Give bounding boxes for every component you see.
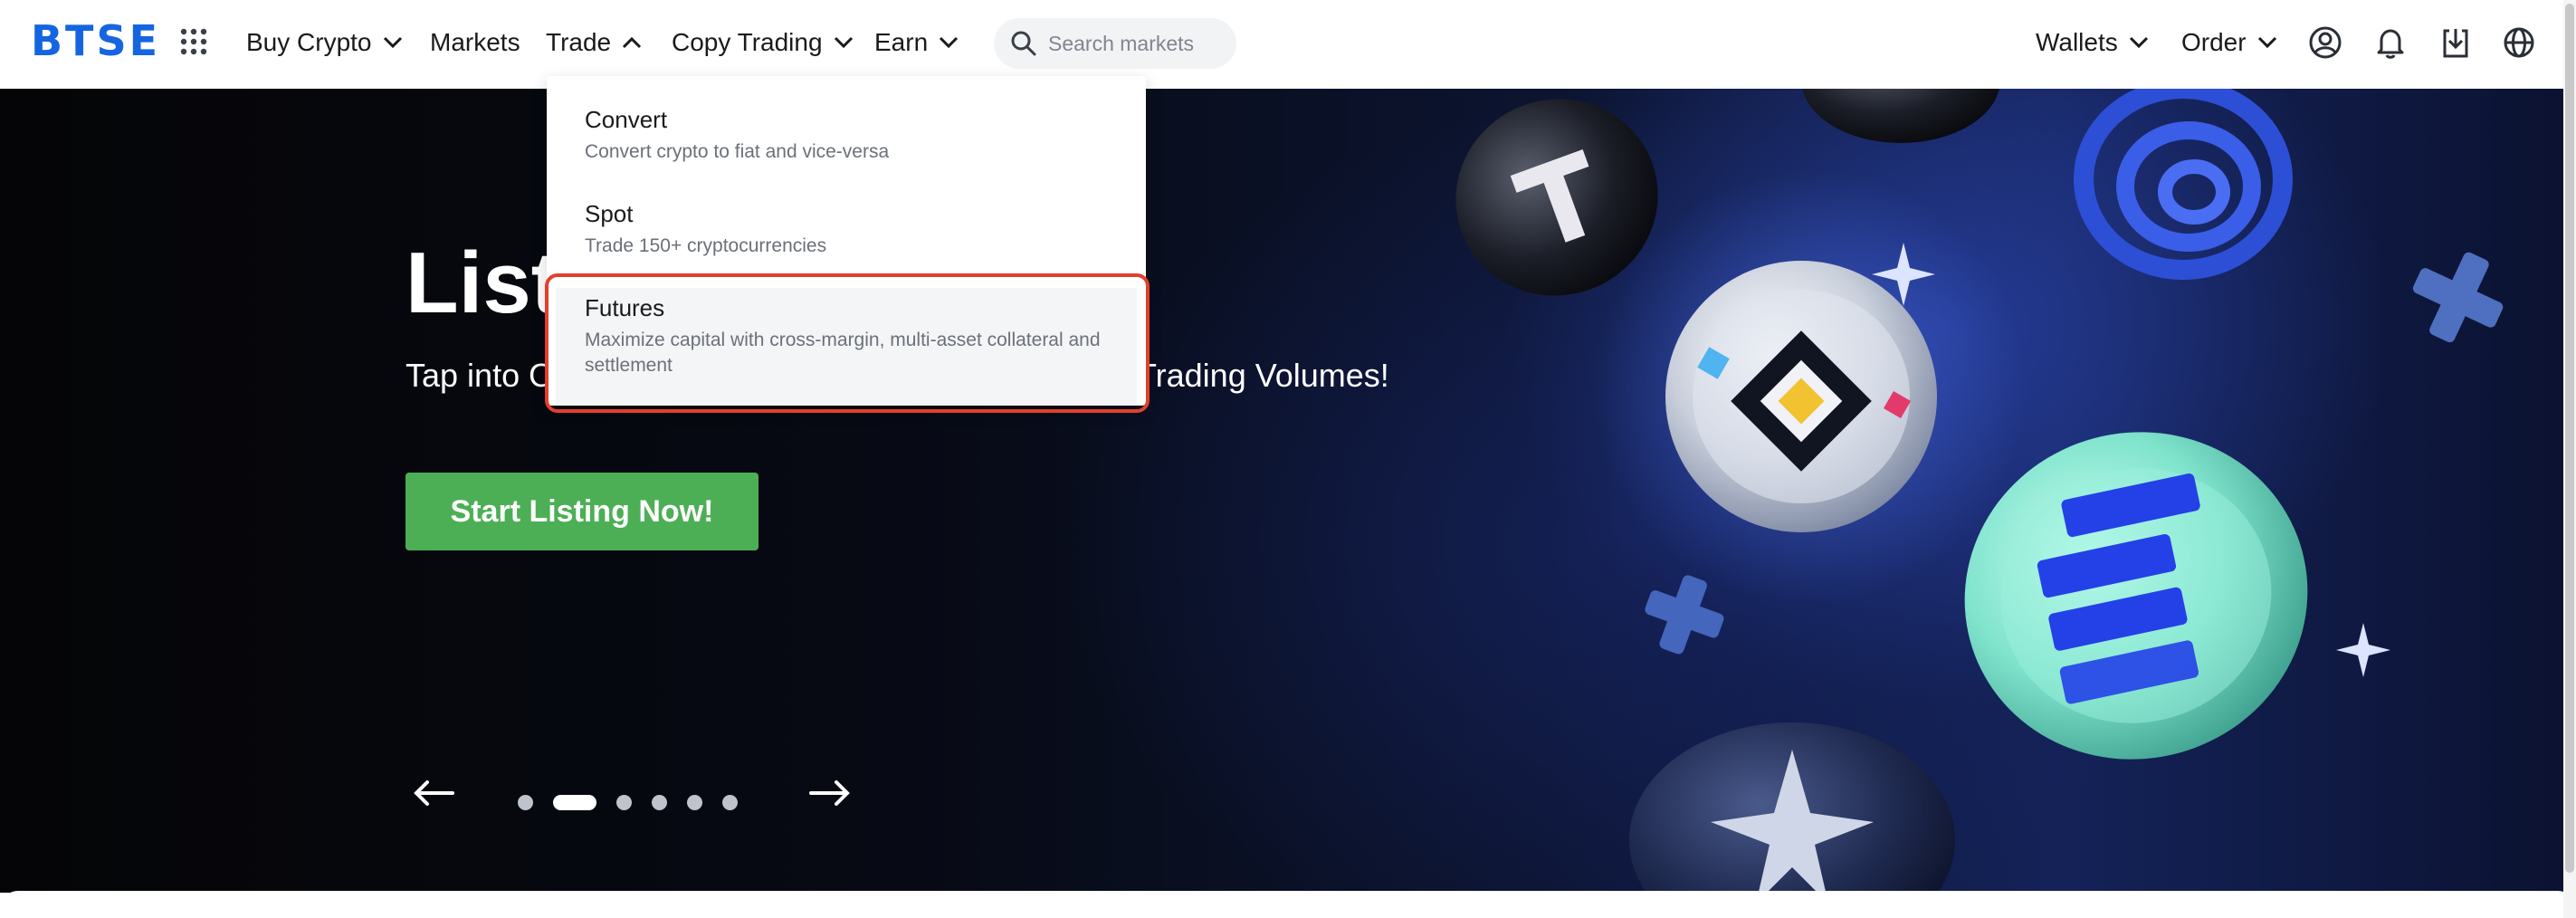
nav-earn-label: Earn [874, 28, 929, 56]
nav-wallets-label: Wallets [2036, 28, 2118, 56]
crypto-tokens-illustration [1455, 89, 2504, 893]
menu-item-description: Trade 150+ cryptocurrencies [585, 235, 827, 256]
nav-buy-crypto[interactable]: Buy Crypto [246, 22, 403, 63]
trade-menu-item-futures[interactable]: Futures Maximize capital with cross-marg… [545, 273, 1150, 413]
page-scrollbar[interactable] [2563, 0, 2576, 918]
nav-copy-trading-label: Copy Trading [672, 28, 823, 56]
nav-buy-crypto-label: Buy Crypto [246, 28, 372, 56]
menu-item-description: Maximize capital with cross-margin, mult… [585, 330, 1101, 376]
top-header: BTSE Buy Crypto Markets Trade Copy Tradi… [0, 0, 2576, 89]
chevron-down-icon [940, 36, 959, 49]
bell-icon[interactable] [2373, 25, 2408, 60]
carousel-indicators [518, 795, 738, 810]
nav-markets[interactable]: Markets [430, 22, 520, 63]
nav-trade-label: Trade [546, 28, 612, 56]
trade-menu-item-spot[interactable]: Spot Trade 150+ cryptocurrencies [547, 194, 1146, 288]
btse-logo[interactable]: BTSE [31, 20, 160, 62]
user-icon[interactable] [2308, 25, 2342, 60]
menu-item-title: Spot [585, 200, 634, 227]
hero-banner: List Tap into Ou Trading Volumes! Start … [0, 89, 2576, 893]
carousel-dot[interactable] [722, 795, 738, 810]
scrollbar-thumb[interactable] [2565, 4, 2574, 873]
carousel-dot[interactable] [518, 795, 533, 810]
search-icon [1011, 31, 1036, 56]
nav-trade[interactable]: Trade [546, 22, 642, 63]
download-icon[interactable] [2438, 25, 2473, 60]
globe-icon[interactable] [2502, 25, 2536, 60]
carousel-dot[interactable] [687, 795, 702, 810]
menu-item-title: Convert [585, 106, 668, 133]
menu-item-description: Convert crypto to fiat and vice-versa [585, 141, 890, 162]
arrow-left-icon[interactable] [411, 775, 456, 811]
nav-wallets[interactable]: Wallets [2036, 22, 2149, 63]
carousel-dot-active[interactable] [553, 795, 596, 810]
chevron-down-icon [2129, 36, 2148, 49]
nav-order-label: Order [2181, 28, 2247, 56]
chevron-down-icon [2257, 36, 2276, 49]
search-input[interactable] [1048, 31, 1229, 56]
nav-markets-label: Markets [430, 28, 520, 56]
trade-dropdown-menu: Convert Convert crypto to fiat and vice-… [545, 76, 1150, 413]
carousel-dot[interactable] [652, 795, 667, 810]
nav-order[interactable]: Order [2181, 22, 2277, 63]
carousel-dot[interactable] [616, 795, 632, 810]
nav-copy-trading[interactable]: Copy Trading [672, 22, 854, 63]
content-panel [0, 891, 2576, 918]
chevron-down-icon [834, 36, 853, 49]
trade-menu-item-convert[interactable]: Convert Convert crypto to fiat and vice-… [547, 100, 1146, 194]
hero-title: List [405, 234, 560, 331]
nav-earn[interactable]: Earn [874, 22, 959, 63]
start-listing-button[interactable]: Start Listing Now! [405, 473, 758, 550]
menu-item-title: Futures [585, 294, 665, 321]
apps-grid-icon[interactable] [177, 25, 210, 58]
chevron-down-icon [383, 36, 402, 49]
arrow-right-icon[interactable] [807, 775, 853, 811]
search-bar[interactable] [994, 18, 1236, 69]
chevron-up-icon [623, 36, 642, 49]
